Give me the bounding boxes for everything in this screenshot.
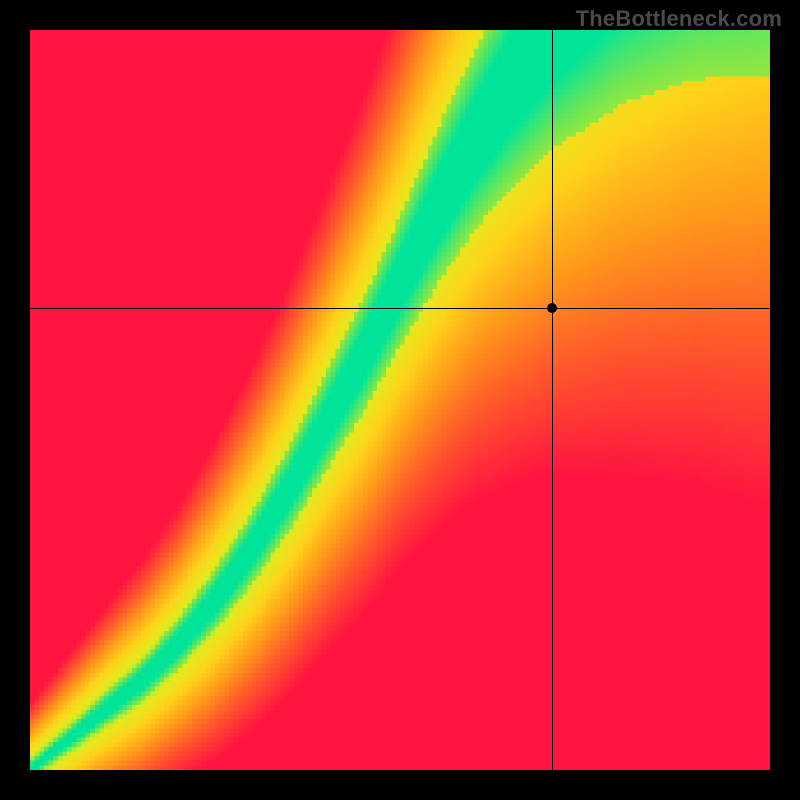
- watermark-text: TheBottleneck.com: [576, 6, 782, 32]
- crosshair-vertical: [552, 30, 553, 770]
- heatmap-canvas: [30, 30, 770, 770]
- crosshair-horizontal: [30, 308, 770, 309]
- marker-dot: [547, 303, 557, 313]
- chart-frame: TheBottleneck.com: [0, 0, 800, 800]
- heatmap-plot: [30, 30, 770, 770]
